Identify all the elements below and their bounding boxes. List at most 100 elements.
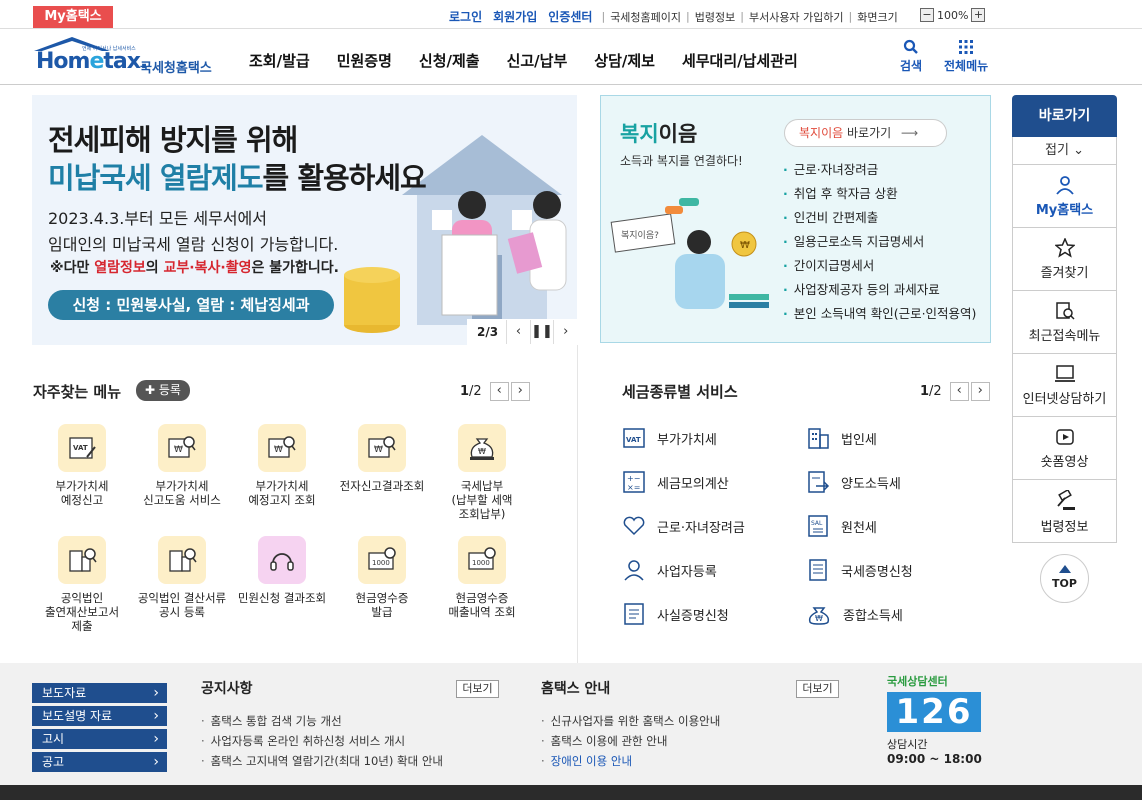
quick-law-info[interactable]: 법령정보 (1012, 480, 1117, 543)
svg-text:×=: ×= (627, 483, 640, 492)
tax-service-fact-cert[interactable]: 사실증명신청 (622, 602, 729, 626)
tax-service-next-button[interactable]: › (970, 382, 990, 401)
frequent-menu-item[interactable]: 공익법인 출연재산보고서 제출 (32, 536, 132, 633)
frequent-menu-label: 현금영수증 발급 (355, 591, 409, 619)
tax-service-transfer[interactable]: 양도소득세 (806, 470, 901, 494)
building-search-icon (58, 536, 106, 584)
guide-more-button[interactable]: 더보기 (796, 680, 839, 698)
search-button[interactable]: 검색 (900, 39, 922, 74)
hometax-logo[interactable]: 언제 어디서나 납세서비스 Hometax. 국세청홈택스 (32, 35, 217, 76)
quick-short-video[interactable]: 숏폼영상 (1012, 417, 1117, 480)
nav-report-pay[interactable]: 신고/납부 (507, 50, 568, 71)
welfare-item[interactable]: 근로·자녀장려금 (783, 158, 976, 182)
law-info-link[interactable]: 법령정보 (695, 9, 735, 25)
banner-pill: 신청 : 민원봉사실, 열람 : 체납징세과 (48, 290, 334, 320)
frequent-pager: 1/2 ‹ › (460, 382, 530, 401)
welfare-shortcut-button[interactable]: 복지이음 바로가기 ⟶ (784, 119, 947, 147)
welfare-title: 복지이음 (620, 122, 698, 146)
tax-service-corp[interactable]: 법인세 (806, 426, 877, 450)
vat-icon: VAT (623, 428, 645, 448)
tax-service-biz-reg[interactable]: 사업자등록 (622, 558, 717, 582)
banner-next-button[interactable]: › (553, 320, 577, 344)
call-center-number: 126 (887, 692, 981, 732)
banner-pause-button[interactable]: ❚❚ (529, 320, 554, 344)
zoom-control: − 100% + (917, 8, 988, 22)
nav-inquiry-issue[interactable]: 조회/발급 (249, 50, 310, 71)
quick-my-hometax[interactable]: My홈택스 (1012, 165, 1117, 228)
quick-fold-button[interactable]: 접기 ⌄ (1012, 137, 1117, 165)
guide-item[interactable]: 신규사업자를 위한 홈택스 이용안내 (541, 711, 721, 731)
cert-center-link[interactable]: 인증센터 (548, 8, 592, 25)
my-hometax-tab[interactable]: My홈택스 (33, 6, 113, 28)
notice-item[interactable]: 사업자등록 온라인 취하신청 서비스 개시 (201, 731, 443, 751)
zoom-in-button[interactable]: + (971, 8, 986, 22)
login-link[interactable]: 로그인 (449, 8, 482, 25)
nav-tax-agent[interactable]: 세무대리/납세관리 (682, 50, 798, 71)
notice-more-button[interactable]: 더보기 (456, 680, 499, 698)
welfare-item[interactable]: 본인 소득내역 확인(근로·인적용역) (783, 302, 977, 326)
welfare-item[interactable]: 인건비 간편제출 (783, 206, 976, 230)
tax-service-prev-button[interactable]: ‹ (949, 382, 969, 401)
notice-item[interactable]: 홈택스 통합 검색 기능 개선 (201, 711, 443, 731)
vat-doc-icon: VAT (58, 424, 106, 472)
calculator-icon: +−×= (623, 471, 645, 493)
tax-service-vat[interactable]: VAT 부가가치세 (622, 426, 717, 450)
frequent-menu-item[interactable]: 공익법인 결산서류 공시 등록 (132, 536, 232, 619)
footer-notification-button[interactable]: 고시 (32, 729, 167, 749)
svg-text:복지이음?: 복지이음? (621, 230, 659, 241)
frequent-menu-item[interactable]: VAT 부가가치세 예정신고 (32, 424, 132, 507)
tax-service-eitc[interactable]: 근로·자녀장려금 (622, 514, 745, 538)
frequent-menu-label: 현금영수증 매출내역 조회 (448, 591, 516, 619)
headset-icon (258, 536, 306, 584)
svg-text:₩: ₩ (815, 614, 823, 623)
frequent-menu-item[interactable]: ₩ 부가가치세 신고도움 서비스 (132, 424, 232, 507)
nav-apply-submit[interactable]: 신청/제출 (419, 50, 480, 71)
welfare-item[interactable]: 일용근로소득 지급명세서 (783, 230, 976, 254)
main-banner[interactable]: 전세피해 방지를 위해 미납국세 열람제도를 활용하세요 2023.4.3.부터… (32, 95, 577, 345)
frequent-menu-item[interactable]: ₩ 부가가치세 예정고지 조회 (232, 424, 332, 507)
quick-online-consult[interactable]: 인터넷상담하기 (1012, 354, 1117, 417)
dept-user-join-link[interactable]: 부서사용자 가입하기 (749, 9, 844, 25)
notice-item[interactable]: 홈택스 고지내역 열람기간(최대 10년) 확대 안내 (201, 751, 443, 771)
footer-press-explain-button[interactable]: 보도설명 자료 (32, 706, 167, 726)
frequent-next-button[interactable]: › (510, 382, 530, 401)
tax-service-pager: 1/2 ‹ › (920, 382, 990, 401)
svg-text:1000: 1000 (472, 559, 490, 567)
nts-homepage-link[interactable]: 국세청홈페이지 (610, 9, 681, 25)
frequent-menu-item[interactable]: 민원신청 결과조회 (232, 536, 332, 605)
nav-civil-cert[interactable]: 민원증명 (337, 50, 392, 71)
frequent-menu-label: 부가가치세 신고도움 서비스 (143, 479, 221, 507)
tax-service-tax-cert[interactable]: 국세증명신청 (806, 558, 913, 582)
svg-text:1000: 1000 (372, 559, 390, 567)
play-icon (1055, 429, 1074, 445)
quick-recent-menu[interactable]: 최근접속메뉴 (1012, 291, 1117, 354)
scroll-top-button[interactable]: TOP (1040, 554, 1089, 603)
frequent-menu-item[interactable]: 1000 현금영수증 매출내역 조회 (432, 536, 532, 619)
frequent-menu-item[interactable]: ₩ 전자신고결과조회 (332, 424, 432, 493)
tax-service-withholding[interactable]: SAL 원천세 (806, 514, 877, 538)
footer-press-release-button[interactable]: 보도자료 (32, 683, 167, 703)
welfare-item[interactable]: 간이지급명세서 (783, 254, 976, 278)
guide-item[interactable]: 홈택스 이용에 관한 안내 (541, 731, 720, 751)
frequent-menu-item[interactable]: 1000 현금영수증 발급 (332, 536, 432, 619)
all-menu-button[interactable]: 전체메뉴 (944, 39, 988, 74)
frequent-menu-title: 자주찾는 메뉴 (33, 383, 122, 401)
join-link[interactable]: 회원가입 (493, 8, 537, 25)
banner-controls: 2/3 ‹ ❚❚ › (467, 319, 577, 345)
footer-announcement-button[interactable]: 공고 (32, 752, 167, 772)
tax-service-income[interactable]: ₩ 종합소득세 (806, 602, 903, 626)
frequent-menu-label: 국세납부 (납부할 세액 조회납부) (451, 479, 513, 521)
welfare-item[interactable]: 사업장제공자 등의 과세자료 (783, 278, 976, 302)
zoom-out-button[interactable]: − (920, 8, 934, 22)
welfare-subtitle: 소득과 복지를 연결하다! (620, 154, 743, 168)
welfare-item[interactable]: 취업 후 학자금 상환 (783, 182, 976, 206)
frequent-prev-button[interactable]: ‹ (489, 382, 509, 401)
nav-consult-report[interactable]: 상담/제보 (594, 50, 655, 71)
tax-service-simulation[interactable]: +− ×= 세금모의계산 (622, 470, 729, 494)
header: 언제 어디서나 납세서비스 Hometax. 국세청홈택스 조회/발급 민원증명… (0, 29, 1142, 85)
add-frequent-button[interactable]: ✚ 등록 (136, 380, 190, 401)
quick-favorites[interactable]: 즐겨찾기 (1012, 228, 1117, 291)
frequent-menu-item[interactable]: ₩ 국세납부 (납부할 세액 조회납부) (432, 424, 532, 521)
guide-item[interactable]: 장애인 이용 안내 (541, 751, 720, 771)
banner-prev-button[interactable]: ‹ (506, 320, 530, 344)
